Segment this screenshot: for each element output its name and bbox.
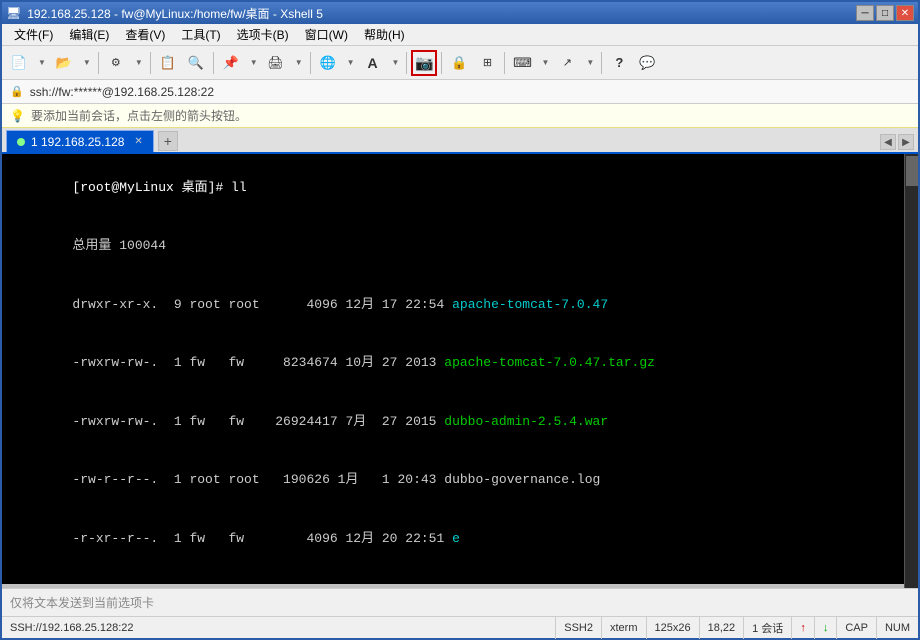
toolbar: 📄 ▼ 📂 ▼ ⚙ ▼ 📋 🔍 📌 ▼ 🖨 ▼ 🌐 ▼ A ▼ 📷 🔒 ⊞ ⌨ … xyxy=(2,46,918,80)
find-button[interactable]: 🔍 xyxy=(183,50,209,76)
menu-view[interactable]: 查看(V) xyxy=(117,24,173,45)
send-dropdown[interactable]: ▼ xyxy=(582,51,597,75)
close-button[interactable]: ✕ xyxy=(896,5,914,21)
tab-bar: 1 192.168.25.128 ✕ + ◀ ▶ xyxy=(2,128,918,154)
bottom-input-bar: 仅将文本发送到当前选项卡 xyxy=(2,588,918,616)
props-dropdown[interactable]: ▼ xyxy=(131,51,146,75)
title-bar-title: 192.168.25.128 - fw@MyLinux:/home/fw/桌面 … xyxy=(27,5,323,22)
open-dropdown[interactable]: ▼ xyxy=(79,51,94,75)
window: 🖥 192.168.25.128 - fw@MyLinux:/home/fw/桌… xyxy=(0,0,920,640)
title-bar-icon: 🖥 xyxy=(6,6,21,20)
terminal-line-8: -r-xr--r--. 1 fw fw 47144206 5月 14 2017 … xyxy=(10,568,896,585)
scrollbar-thumb[interactable] xyxy=(906,156,918,186)
status-caps-lock: CAP xyxy=(836,617,876,639)
menu-window[interactable]: 窗口(W) xyxy=(297,24,356,45)
new-session-button[interactable]: 📄 xyxy=(6,50,32,76)
paste-dropdown[interactable]: ▼ xyxy=(246,51,261,75)
status-terminal-type: xterm xyxy=(601,617,646,639)
sep-3 xyxy=(213,52,214,74)
sep-8 xyxy=(601,52,602,74)
kbd-dropdown[interactable]: ▼ xyxy=(537,51,552,75)
globe-button[interactable]: 🌐 xyxy=(315,50,341,76)
terminal-line-4: -rwxrw-rw-. 1 fw fw 8234674 10月 27 2013 … xyxy=(10,334,896,393)
expand-button[interactable]: ⊞ xyxy=(474,50,500,76)
status-session-count: 1 会话 xyxy=(743,617,791,639)
tab-indicator xyxy=(17,138,25,146)
minimize-button[interactable]: ─ xyxy=(856,5,874,21)
status-connection: SSH://192.168.25.128:22 xyxy=(2,622,555,634)
screenshot-button[interactable]: 📷 xyxy=(411,50,437,76)
status-terminal-size: 125x26 xyxy=(646,617,699,639)
info-icon: 💡 xyxy=(10,109,25,123)
lock-button[interactable]: 🔒 xyxy=(446,50,472,76)
terminal-wrapper: [root@MyLinux 桌面]# ll 总用量 100044 drwxr-x… xyxy=(2,154,918,588)
status-ssh-version: SSH2 xyxy=(555,617,601,639)
vertical-scrollbar[interactable] xyxy=(904,154,918,588)
chat-button[interactable]: 💬 xyxy=(634,50,660,76)
status-upload-arrow: ↑ xyxy=(791,617,814,639)
sep-2 xyxy=(150,52,151,74)
terminal-line-6: -rw-r--r--. 1 root root 190626 1月 1 20:4… xyxy=(10,451,896,510)
status-num-lock: NUM xyxy=(876,617,918,639)
globe-dropdown[interactable]: ▼ xyxy=(343,51,358,75)
menu-tab[interactable]: 选项卡(B) xyxy=(229,24,297,45)
tab-nav: ◀ ▶ xyxy=(880,134,914,150)
address-text: ssh://fw:******@192.168.25.128:22 xyxy=(30,85,214,99)
tab-label: 1 192.168.25.128 xyxy=(31,135,124,149)
tab-1[interactable]: 1 192.168.25.128 ✕ xyxy=(6,130,154,152)
menu-bar: 文件(F) 编辑(E) 查看(V) 工具(T) 选项卡(B) 窗口(W) 帮助(… xyxy=(2,24,918,46)
terminal[interactable]: [root@MyLinux 桌面]# ll 总用量 100044 drwxr-x… xyxy=(2,154,904,584)
status-bar: SSH://192.168.25.128:22 SSH2 xterm 125x2… xyxy=(2,616,918,638)
terminal-line-5: -rwxrw-rw-. 1 fw fw 26924417 7月 27 2015 … xyxy=(10,392,896,451)
lock-icon: 🔒 xyxy=(10,85,24,98)
info-text: 要添加当前会话，点击左侧的箭头按钮。 xyxy=(31,107,247,124)
open-folder-button[interactable]: 📂 xyxy=(51,50,77,76)
sep-1 xyxy=(98,52,99,74)
terminal-line-2: 总用量 100044 xyxy=(10,217,896,276)
address-bar: 🔒 ssh://fw:******@192.168.25.128:22 xyxy=(2,80,918,104)
tab-close-button[interactable]: ✕ xyxy=(134,136,142,147)
info-bar: 💡 要添加当前会话，点击左侧的箭头按钮。 xyxy=(2,104,918,128)
status-download-arrow: ↓ xyxy=(814,617,837,639)
maximize-button[interactable]: □ xyxy=(876,5,894,21)
add-tab-button[interactable]: + xyxy=(158,131,178,151)
font-dropdown[interactable]: ▼ xyxy=(388,51,403,75)
status-cursor-pos: 18,22 xyxy=(699,617,744,639)
paste-button[interactable]: 📌 xyxy=(218,50,244,76)
sep-5 xyxy=(406,52,407,74)
sep-6 xyxy=(441,52,442,74)
sep-4 xyxy=(310,52,311,74)
print-dropdown[interactable]: ▼ xyxy=(291,51,306,75)
keyboard-button[interactable]: ⌨ xyxy=(509,50,535,76)
terminal-line-3: drwxr-xr-x. 9 root root 4096 12月 17 22:5… xyxy=(10,275,896,334)
font-button[interactable]: A xyxy=(360,50,386,76)
properties-button[interactable]: ⚙ xyxy=(103,50,129,76)
menu-file[interactable]: 文件(F) xyxy=(6,24,61,45)
terminal-line-1: [root@MyLinux 桌面]# ll xyxy=(10,158,896,217)
title-bar: 🖥 192.168.25.128 - fw@MyLinux:/home/fw/桌… xyxy=(2,2,918,24)
sep-7 xyxy=(504,52,505,74)
new-dropdown[interactable]: ▼ xyxy=(34,51,49,75)
send-all-button[interactable]: ↗ xyxy=(554,50,580,76)
tab-next-button[interactable]: ▶ xyxy=(898,134,914,150)
tab-prev-button[interactable]: ◀ xyxy=(880,134,896,150)
menu-tools[interactable]: 工具(T) xyxy=(173,24,228,45)
menu-help[interactable]: 帮助(H) xyxy=(356,24,413,45)
menu-edit[interactable]: 编辑(E) xyxy=(61,24,117,45)
help-button[interactable]: ? xyxy=(606,50,632,76)
terminal-line-7: -r-xr--r--. 1 fw fw 4096 12月 20 22:51 e xyxy=(10,509,896,568)
print-button[interactable]: 🖨 xyxy=(263,50,289,76)
bottom-input-placeholder: 仅将文本发送到当前选项卡 xyxy=(10,594,154,611)
copy-button[interactable]: 📋 xyxy=(155,50,181,76)
